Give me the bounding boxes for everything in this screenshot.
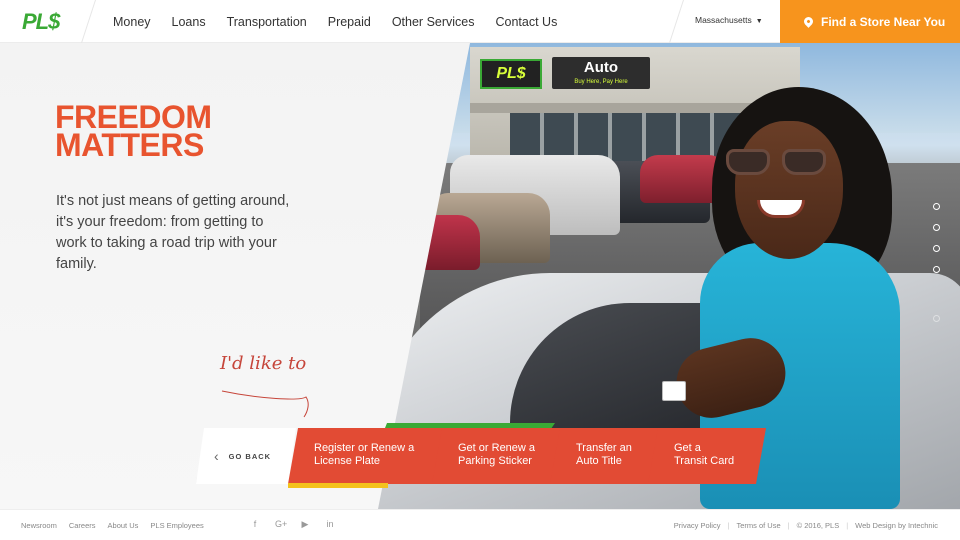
lens (726, 149, 770, 175)
slider-dot[interactable] (933, 266, 940, 273)
copyright-text: © 2016, PLS (796, 521, 840, 530)
state-label: Massachusetts (695, 15, 752, 25)
youtube-icon[interactable]: ▶ (300, 519, 310, 530)
main-nav: Money Loans Transportation Prepaid Other… (113, 0, 578, 43)
auto-title-button[interactable]: Transfer an Auto Title (550, 428, 662, 484)
auto-sign-text: Auto (583, 59, 619, 76)
auto-sign: Auto Buy Here, Pay Here (552, 57, 650, 89)
pls-logo[interactable]: PL$ (22, 9, 60, 35)
find-store-label: Find a Store Near You (821, 14, 946, 29)
store-sign: PL$ (480, 59, 542, 89)
slider-dot[interactable] (933, 224, 940, 231)
page-title: FREEDOM MATTERS (55, 101, 212, 163)
state-selector[interactable]: Massachusetts ▼ (695, 15, 763, 25)
caret-down-icon: ▼ (755, 18, 763, 25)
lens (782, 149, 826, 175)
accent-bar (385, 423, 555, 428)
terms-of-use-link[interactable]: Terms of Use (736, 521, 780, 530)
facebook-icon[interactable]: f (250, 519, 260, 530)
action-label: Get a (674, 442, 701, 454)
auto-sign-subtext: Buy Here, Pay Here (574, 79, 628, 85)
accent-bar (288, 483, 388, 488)
action-label: License Plate (314, 455, 381, 467)
linkedin-icon[interactable]: in (325, 519, 335, 530)
person-face (735, 121, 843, 259)
separator: | (787, 521, 790, 530)
footer-link-careers[interactable]: Careers (69, 521, 96, 530)
google-plus-icon[interactable]: G+ (275, 519, 287, 530)
action-label: Auto Title (576, 455, 622, 467)
divider (669, 0, 684, 43)
chevron-left-icon: ‹ (214, 448, 219, 464)
site-header: PL$ Money Loans Transportation Prepaid O… (0, 0, 960, 43)
action-label: Register or Renew a (314, 442, 415, 454)
nav-item-money[interactable]: Money (113, 15, 151, 29)
social-links: f G+ ▶ in (250, 519, 335, 530)
site-footer: Newsroom Careers About Us PLS Employees … (0, 509, 960, 540)
action-label: Transit Card (674, 455, 735, 467)
divider (81, 0, 96, 43)
hero-section: PL$ Auto Buy Here, Pay Here FREEDOM MATTE… (0, 43, 960, 509)
key-fob (662, 381, 686, 401)
map-pin-icon (802, 15, 815, 28)
footer-links: Newsroom Careers About Us PLS Employees (21, 521, 204, 530)
privacy-policy-link[interactable]: Privacy Policy (674, 521, 721, 530)
separator: | (727, 521, 730, 530)
nav-item-prepaid[interactable]: Prepaid (328, 15, 371, 29)
sunglasses (726, 149, 830, 179)
separator: | (846, 521, 849, 530)
slider-dot[interactable] (933, 315, 940, 322)
web-design-credit-link[interactable]: Web Design by Intechnic (855, 521, 938, 530)
go-back-label: GO BACK (228, 451, 272, 461)
footer-legal: Privacy Policy | Terms of Use | © 2016, … (674, 521, 938, 530)
intro-text: It's not just means of getting around, i… (56, 193, 290, 272)
footer-link-pls-employees[interactable]: PLS Employees (150, 521, 203, 530)
go-back-button[interactable]: ‹ GO BACK (196, 428, 296, 484)
footer-link-newsroom[interactable]: Newsroom (21, 521, 57, 530)
slider-dots (933, 203, 940, 336)
action-label: Get or Renew a (458, 442, 536, 454)
slider-dot[interactable] (933, 203, 940, 210)
nav-item-contact-us[interactable]: Contact Us (496, 15, 558, 29)
handwritten-prompt: I'd like to (220, 353, 307, 374)
action-label: Parking Sticker (458, 455, 532, 467)
parking-sticker-button[interactable]: Get or Renew a Parking Sticker (432, 428, 564, 484)
title-line-2: MATTERS (55, 127, 204, 163)
transit-card-button[interactable]: Get a Transit Card (648, 428, 766, 484)
find-store-button[interactable]: Find a Store Near You (780, 0, 960, 43)
nav-item-transportation[interactable]: Transportation (227, 15, 307, 29)
footer-link-about-us[interactable]: About Us (108, 521, 139, 530)
slider-dot[interactable] (933, 245, 940, 252)
license-plate-button[interactable]: Register or Renew a License Plate (288, 428, 448, 484)
handwritten-arrow-icon (221, 390, 309, 418)
action-label: Transfer an (576, 442, 632, 454)
nav-item-loans[interactable]: Loans (172, 15, 206, 29)
nav-item-other-services[interactable]: Other Services (392, 15, 475, 29)
